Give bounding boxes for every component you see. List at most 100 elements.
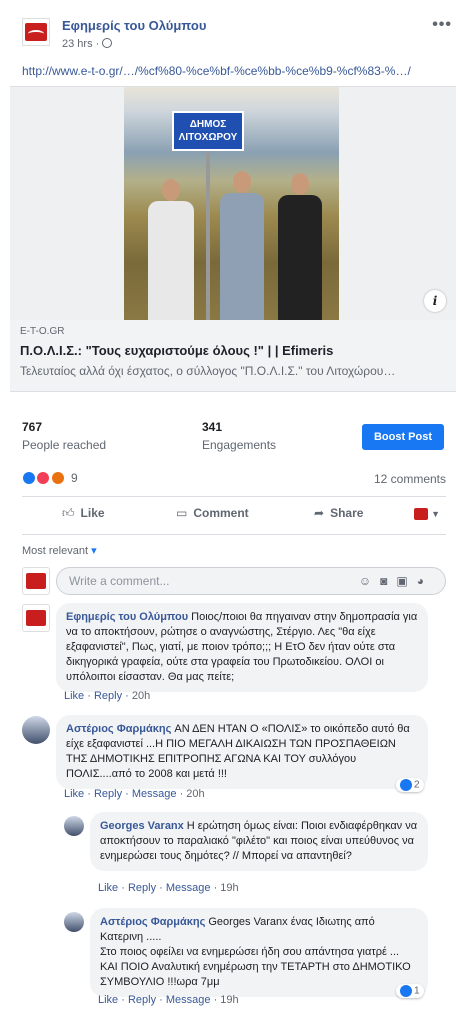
comment-time[interactable]: 20h	[132, 690, 150, 702]
comment-reply-link[interactable]: Reply	[128, 882, 156, 894]
comment-bubble-icon: ▭	[176, 506, 188, 520]
info-icon[interactable]: i	[424, 290, 446, 312]
comment-time[interactable]: 19h	[220, 882, 238, 894]
comment-bubble: Εφημερίς του Ολύμπου Ποιος/ποιοι θα πηγαι…	[56, 603, 428, 692]
people-reached-value: 767	[22, 420, 43, 434]
comment-button[interactable]: ▭ Comment	[176, 506, 249, 520]
boost-post-button[interactable]: Boost Post	[361, 424, 444, 450]
emoji-icon[interactable]: ☺	[359, 574, 380, 588]
comment-actions: Like · Reply · Message · 20h	[64, 788, 205, 800]
comment-actions: Like · Reply · Message · 19h	[98, 994, 239, 1006]
post-time-text[interactable]: 23 hrs ·	[62, 38, 99, 50]
page-name[interactable]: Εφημερίς του Ολύμπου	[62, 18, 206, 33]
person-middle	[220, 171, 264, 320]
link-title[interactable]: Π.Ο.Λ.Ι.Σ.: "Τους ευχαριστούμε όλους !" …	[20, 343, 446, 358]
divider	[22, 534, 446, 535]
like-button[interactable]: 👍︎ Like	[62, 506, 105, 521]
reply-bubble: Georges Varanx Η ερώτηση όμως είναι: Ποιο…	[90, 812, 428, 871]
person-head	[291, 173, 309, 195]
comment-count[interactable]: 12 comments	[374, 472, 446, 486]
reaction-count[interactable]: 9	[71, 471, 78, 485]
more-options-icon[interactable]: •••	[432, 16, 452, 34]
person-head	[233, 171, 251, 193]
like-label: Like	[80, 506, 105, 520]
sign-line-1: ΔΗΜΟΣ	[189, 119, 227, 130]
comment-author[interactable]: Georges Varanx	[100, 820, 184, 832]
comment-message-link[interactable]: Message	[166, 882, 211, 894]
reply-avatar[interactable]	[64, 816, 84, 836]
gif-icon[interactable]: ▣	[396, 574, 416, 588]
person-left	[148, 179, 194, 320]
comment-input[interactable]: Write a comment... ☺◙▣◕	[56, 567, 446, 595]
comment-avatar[interactable]	[22, 716, 50, 744]
share-label: Share	[330, 506, 364, 520]
composer-avatar	[22, 567, 50, 595]
sort-label: Most relevant	[22, 545, 89, 557]
camera-icon[interactable]: ◙	[380, 574, 396, 588]
chevron-down-icon: ▼	[431, 509, 440, 519]
comment-message-link[interactable]: Message	[132, 788, 177, 800]
comment-like-link[interactable]: Like	[98, 882, 118, 894]
thumbs-up-icon: 👍︎	[62, 506, 75, 520]
reply-avatar[interactable]	[64, 912, 84, 932]
comment-author[interactable]: Αστέριος Φαρμάκης	[100, 916, 205, 928]
post-timestamp[interactable]: 23 hrs ·	[62, 38, 113, 50]
post-actions: 👍︎ Like ▭ Comment ➦ Share ▼	[22, 504, 446, 528]
comment-message-link[interactable]: Message	[166, 994, 211, 1006]
person-right	[278, 173, 322, 320]
sign-line-2: ΛΙΤΟΧΩΡΟΥ	[178, 132, 238, 143]
comment-reply-link[interactable]: Reply	[128, 994, 156, 1006]
post-card: Εφημερίς του Ολύμπου 23 hrs · ••• http:/…	[0, 0, 466, 1024]
comment-input-placeholder: Write a comment...	[69, 574, 170, 588]
comment-author[interactable]: Αστέριος Φαρμάκης	[66, 723, 171, 735]
link-preview-meta[interactable]: E-T-O.GR Π.Ο.Λ.Ι.Σ.: "Τους ευχαριστούμε …	[10, 320, 456, 392]
page-logo-mark	[25, 23, 47, 41]
like-reaction-icon	[400, 985, 412, 997]
like-reaction-icon	[400, 779, 412, 791]
town-sign: ΔΗΜΟΣ ΛΙΤΟΧΩΡΟΥ	[172, 111, 244, 151]
comment-like-badge[interactable]: 1	[396, 984, 424, 998]
post-url-link[interactable]: http://www.e-t-o.gr/…/%cf%80-%ce%bf-%ce%…	[22, 64, 411, 78]
engagements[interactable]: 341 Engagements	[202, 420, 276, 452]
sign-pole	[206, 151, 210, 320]
composer-icons: ☺◙▣◕	[359, 574, 433, 588]
share-arrow-icon: ➦	[314, 506, 325, 520]
comment-reply-link[interactable]: Reply	[94, 690, 122, 702]
comment-actions: Like · Reply · Message · 19h	[98, 882, 239, 894]
reactions-summary[interactable]: 9 12 comments	[22, 470, 452, 490]
comment-like-link[interactable]: Like	[64, 788, 84, 800]
chevron-down-icon: ▾	[91, 545, 97, 557]
comment-like-link[interactable]: Like	[64, 690, 84, 702]
post-as-selector[interactable]: ▼	[413, 506, 440, 520]
reply-bubble: Αστέριος Φαρμάκης Georges Varanx ένας Ιδι…	[90, 908, 428, 997]
comment-avatar[interactable]	[22, 604, 50, 632]
post-insights: 767 People reached 341 Engagements Boost…	[22, 420, 452, 460]
person-head	[162, 179, 180, 201]
post-header: Εφημερίς του Ολύμπου 23 hrs · •••	[22, 14, 452, 54]
comment-time[interactable]: 19h	[220, 994, 238, 1006]
comment-sort-dropdown[interactable]: Most relevant ▾	[22, 544, 97, 557]
comment-like-link[interactable]: Like	[98, 994, 118, 1006]
globe-icon	[102, 38, 113, 48]
sticker-icon[interactable]: ◕	[417, 574, 433, 588]
angry-reaction-icon	[50, 470, 65, 485]
comment-author[interactable]: Εφημερίς του Ολύμπου	[66, 611, 188, 623]
photo: ΔΗΜΟΣ ΛΙΤΟΧΩΡΟΥ	[124, 87, 339, 320]
page-avatar[interactable]	[22, 18, 50, 46]
people-reached[interactable]: 767 People reached	[22, 420, 106, 452]
page-logo-mark	[26, 610, 46, 626]
share-button[interactable]: ➦ Share	[314, 506, 363, 520]
comment-actions: Like · Reply · 20h	[64, 690, 151, 702]
link-preview-image[interactable]: ΔΗΜΟΣ ΛΙΤΟΧΩΡΟΥ i	[10, 86, 456, 320]
engagements-label: Engagements	[202, 438, 277, 452]
comment-time[interactable]: 20h	[186, 788, 204, 800]
divider	[22, 496, 446, 497]
people-reached-label: People reached	[22, 438, 107, 452]
comment-like-badge[interactable]: 2	[396, 778, 424, 792]
comment-text-continued: Στο ποιος οφείλει να ενημερώσει ήδη σου …	[100, 946, 411, 988]
comment-reply-link[interactable]: Reply	[94, 788, 122, 800]
like-reaction-icon	[22, 470, 36, 485]
engagements-value: 341	[202, 420, 223, 434]
page-logo-mark	[26, 573, 46, 589]
link-domain: E-T-O.GR	[20, 326, 65, 337]
